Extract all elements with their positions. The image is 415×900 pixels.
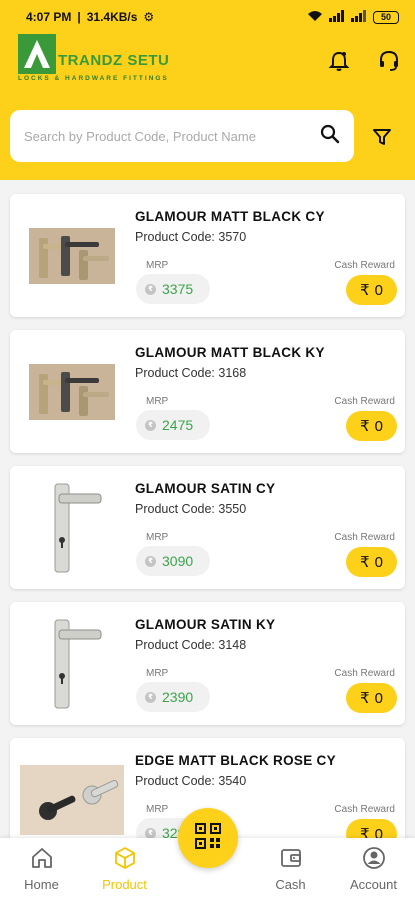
rupee-icon: ₹ xyxy=(360,690,370,707)
settings-gear-icon: ⚙ xyxy=(143,10,155,24)
product-name: EDGE MATT BLACK ROSE CY xyxy=(135,753,336,768)
product-name: GLAMOUR MATT BLACK CY xyxy=(135,209,325,224)
cash-reward-badge: ₹ 0 xyxy=(346,547,397,577)
product-code: Product Code: 3148 xyxy=(135,638,247,652)
cash-reward-badge: ₹ 0 xyxy=(346,411,397,441)
mrp-value: 3090 xyxy=(162,553,194,569)
product-code: Product Code: 3570 xyxy=(135,230,247,244)
nav-cash[interactable]: Cash xyxy=(249,838,332,900)
lever-handle-pair-image xyxy=(20,342,124,442)
support-headset-icon[interactable] xyxy=(374,46,404,76)
mrp-value: 2475 xyxy=(162,417,194,433)
product-name: GLAMOUR SATIN CY xyxy=(135,481,276,496)
rose-handle-image xyxy=(20,750,124,850)
coin-icon: ₹ xyxy=(145,555,156,567)
account-icon xyxy=(362,846,386,873)
product-box-icon xyxy=(113,846,137,873)
coin-icon: ₹ xyxy=(145,827,156,839)
search-icon[interactable] xyxy=(320,124,340,149)
mrp-label: MRP xyxy=(146,668,169,679)
nav-cash-label: Cash xyxy=(275,877,306,892)
coin-icon: ₹ xyxy=(145,419,156,431)
nav-home[interactable]: Home xyxy=(0,838,83,900)
lever-handle-plate-image xyxy=(20,614,124,714)
cash-reward-label: Cash Reward xyxy=(334,532,395,543)
nav-account[interactable]: Account xyxy=(332,838,415,900)
mrp-label: MRP xyxy=(146,260,169,271)
cash-reward-value: 0 xyxy=(374,553,383,571)
status-bar: 4:07 PM | 31.4KB/s ⚙ 50 xyxy=(0,0,415,34)
cash-reward-label: Cash Reward xyxy=(334,396,395,407)
mrp-label: MRP xyxy=(146,396,169,407)
cash-reward-value: 0 xyxy=(374,689,383,707)
product-card[interactable]: GLAMOUR SATIN CY Product Code: 3550 MRP … xyxy=(10,466,405,589)
cash-reward-value: 0 xyxy=(374,281,383,299)
product-code: Product Code: 3540 xyxy=(135,774,247,788)
product-card[interactable]: GLAMOUR MATT BLACK KY Product Code: 3168… xyxy=(10,330,405,453)
coin-icon: ₹ xyxy=(145,283,156,295)
coin-icon: ₹ xyxy=(145,691,156,703)
cash-reward-label: Cash Reward xyxy=(334,804,395,815)
cash-reward-label: Cash Reward xyxy=(334,668,395,679)
home-icon xyxy=(30,846,54,873)
cash-reward-badge: ₹ 0 xyxy=(346,275,397,305)
brand-name: TRANDZ SETU xyxy=(58,51,170,69)
product-name: GLAMOUR SATIN KY xyxy=(135,617,276,632)
product-name: GLAMOUR MATT BLACK KY xyxy=(135,345,325,360)
nav-product-label: Product xyxy=(102,877,147,892)
cash-reward-badge: ₹ 0 xyxy=(346,683,397,713)
signal-icon xyxy=(329,9,345,25)
mrp-badge: ₹ 2390 xyxy=(136,682,210,712)
mrp-value: 2390 xyxy=(162,689,194,705)
brand-logo: TRANDZ SETU LOCKS & HARDWARE FITTINGS xyxy=(18,34,169,82)
product-card[interactable]: GLAMOUR SATIN KY Product Code: 3148 MRP … xyxy=(10,602,405,725)
mrp-label: MRP xyxy=(146,532,169,543)
rupee-icon: ₹ xyxy=(360,554,370,571)
signal-icon xyxy=(351,9,367,25)
mrp-badge: ₹ 3375 xyxy=(136,274,210,304)
filter-icon[interactable] xyxy=(369,124,395,150)
rupee-icon: ₹ xyxy=(360,418,370,435)
nav-home-label: Home xyxy=(24,877,59,892)
wallet-icon xyxy=(279,846,303,873)
search-input[interactable] xyxy=(24,128,320,144)
search-bar[interactable] xyxy=(10,110,354,162)
product-code: Product Code: 3550 xyxy=(135,502,247,516)
product-code: Product Code: 3168 xyxy=(135,366,247,380)
mrp-badge: ₹ 3090 xyxy=(136,546,210,576)
lever-handle-plate-image xyxy=(20,478,124,578)
mrp-label: MRP xyxy=(146,804,169,815)
notification-bell-icon[interactable] xyxy=(324,46,354,76)
lever-handle-pair-image xyxy=(20,206,124,306)
app-header: TRANDZ SETU LOCKS & HARDWARE FITTINGS xyxy=(0,34,415,180)
logo-mark-icon xyxy=(18,34,56,74)
qr-code-icon xyxy=(194,822,222,855)
cash-reward-label: Cash Reward xyxy=(334,260,395,271)
nav-product[interactable]: Product xyxy=(83,838,166,900)
mrp-value: 3375 xyxy=(162,281,194,297)
cash-reward-value: 0 xyxy=(374,417,383,435)
battery-icon: 50 xyxy=(373,10,399,24)
status-speed: 31.4KB/s xyxy=(86,10,138,24)
product-card[interactable]: GLAMOUR MATT BLACK CY Product Code: 3570… xyxy=(10,194,405,317)
brand-tagline: LOCKS & HARDWARE FITTINGS xyxy=(18,75,169,82)
wifi-icon xyxy=(307,10,323,25)
nav-account-label: Account xyxy=(350,877,397,892)
qr-scan-button[interactable] xyxy=(178,808,238,868)
status-time: 4:07 PM xyxy=(26,10,72,24)
rupee-icon: ₹ xyxy=(360,282,370,299)
mrp-badge: ₹ 2475 xyxy=(136,410,210,440)
product-list: GLAMOUR MATT BLACK CY Product Code: 3570… xyxy=(10,194,405,874)
